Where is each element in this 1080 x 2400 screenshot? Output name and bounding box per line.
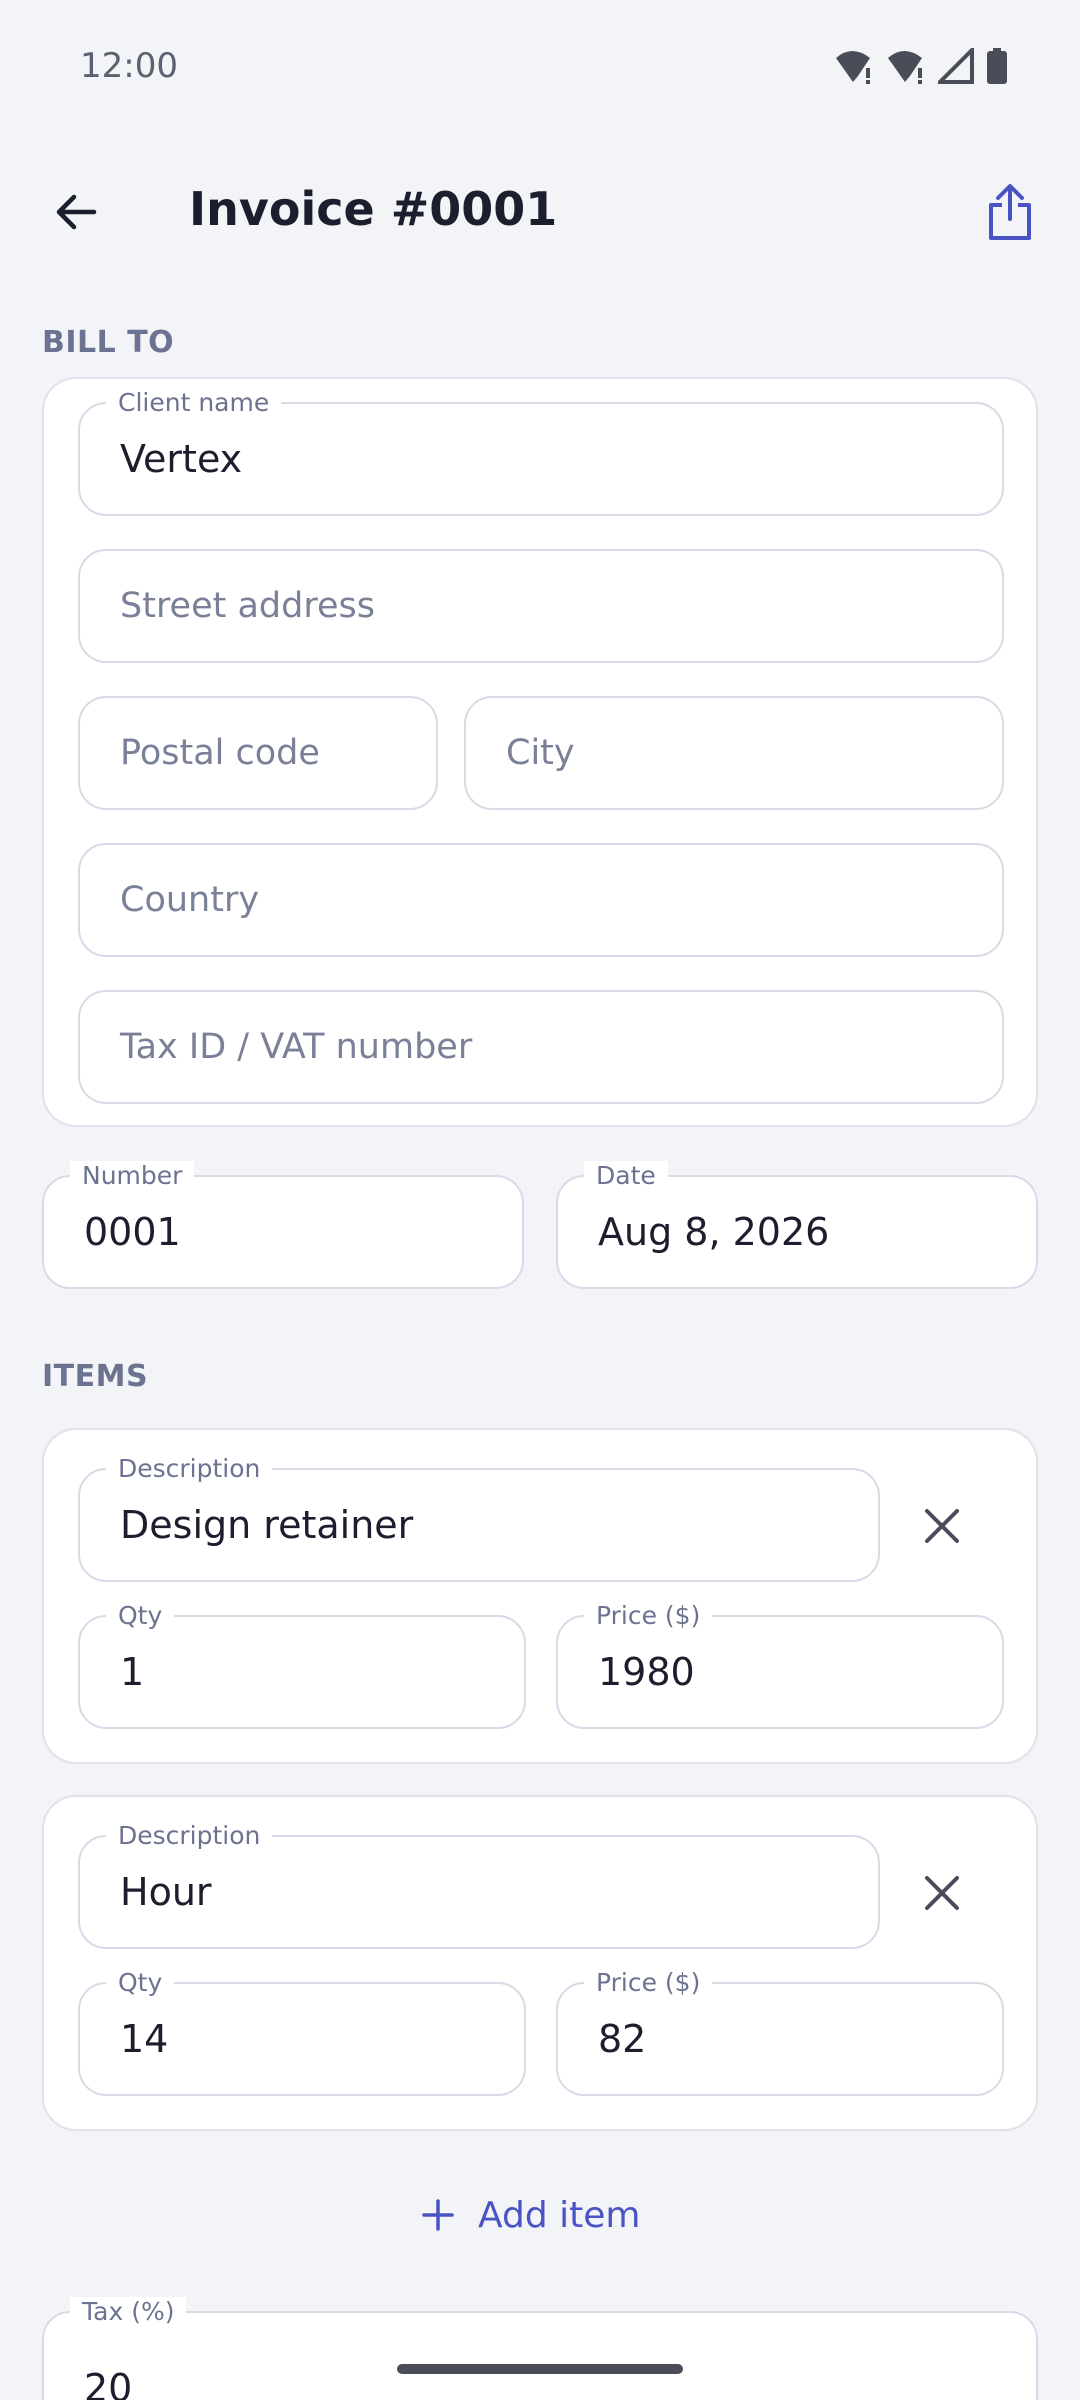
close-icon [925,1876,959,1910]
remove-item-button[interactable] [902,1853,982,1933]
item-description-field[interactable]: Description Hour [78,1821,880,1949]
item-price-field[interactable]: Price ($) 1980 [556,1601,1004,1729]
invoice-editor-screen: 12:00 Invoice #0001 BILL TO Client name … [0,0,1080,2400]
status-icons [834,48,1008,84]
invoice-number-value: 0001 [84,1210,181,1254]
share-button[interactable] [970,172,1050,252]
street-address-placeholder: Street address [120,586,375,626]
invoice-date-field[interactable]: Date Aug 8, 2026 [556,1161,1038,1289]
close-icon [925,1509,959,1543]
item-qty-value: 1 [120,1650,145,1694]
postal-code-placeholder: Postal code [120,733,320,773]
page-title: Invoice #0001 [189,182,558,236]
arrow-back-icon [56,194,97,230]
wifi-alert-icon-2 [888,51,922,84]
plus-icon [422,2199,454,2231]
item-price-value: 1980 [598,1650,695,1694]
country-field[interactable]: Country [78,843,1004,957]
bill-to-card: Client name Vertex Street address Postal… [42,377,1038,1127]
country-placeholder: Country [120,880,260,920]
item-price-field[interactable]: Price ($) 82 [556,1968,1004,2096]
line-item-card: Description Hour Qty 14 Price ($) 82 [42,1795,1038,2131]
item-qty-field[interactable]: Qty 14 [78,1968,526,2096]
add-item-label: Add item [478,2194,641,2236]
item-description-value: Design retainer [120,1503,414,1547]
item-qty-value: 14 [120,2017,169,2061]
client-name-field[interactable]: Client name Vertex [78,388,1004,516]
item-description-field[interactable]: Description Design retainer [78,1454,880,1582]
home-indicator [397,2364,683,2374]
cell-signal-icon [938,48,974,84]
item-price-value: 82 [598,2017,647,2061]
tax-percent-value: 20 [84,2366,133,2400]
invoice-date-value: Aug 8, 2026 [598,1210,830,1254]
tax-id-field[interactable]: Tax ID / VAT number [78,990,1004,1104]
tax-id-placeholder: Tax ID / VAT number [120,1027,473,1067]
back-button[interactable] [40,176,112,248]
client-name-value: Vertex [120,437,243,481]
invoice-number-field[interactable]: Number 0001 [42,1161,524,1289]
item-description-value: Hour [120,1870,212,1914]
remove-item-button[interactable] [902,1486,982,1566]
items-section-label: ITEMS [42,1359,149,1394]
share-icon [989,184,1031,240]
status-time: 12:00 [80,46,178,86]
tax-percent-field[interactable]: Tax (%) 20 [42,2297,1038,2400]
postal-code-field[interactable]: Postal code [78,696,438,810]
battery-icon [987,48,1007,84]
street-address-field[interactable]: Street address [78,549,1004,663]
app-bar: Invoice #0001 [0,160,1080,260]
add-item-button[interactable]: Add item [420,2180,640,2250]
wifi-alert-icon [836,51,870,84]
line-item-card: Description Design retainer Qty 1 Price … [42,1428,1038,1764]
city-placeholder: City [506,733,575,773]
city-field[interactable]: City [464,696,1004,810]
bill-to-section-label: BILL TO [42,325,175,360]
item-qty-field[interactable]: Qty 1 [78,1601,526,1729]
status-bar: 12:00 [0,0,1080,136]
tax-percent-label: Tax (%) [70,2297,187,2327]
